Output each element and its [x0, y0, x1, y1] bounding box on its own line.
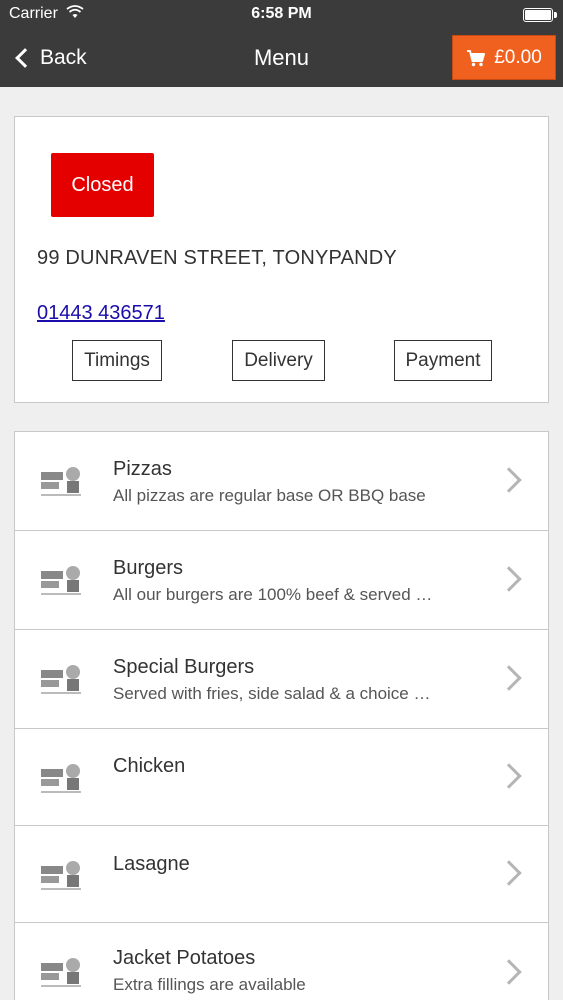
phone-link[interactable]: 01443 436571 [37, 302, 165, 325]
menu-item-burgers[interactable]: Burgers All our burgers are 100% beef & … [15, 531, 548, 630]
menu-item-title: Lasagne [113, 853, 190, 875]
cart-icon [467, 49, 486, 66]
nav-bar: Back Menu £0.00 [0, 30, 563, 87]
menu-item-pizzas[interactable]: Pizzas All pizzas are regular base OR BB… [15, 432, 548, 531]
menu-item-desc: All our burgers are 100% beef & served … [113, 585, 433, 604]
pizza-to-go-logo [41, 764, 81, 793]
menu-category-list: Pizzas All pizzas are regular base OR BB… [14, 431, 549, 1000]
menu-item-title: Pizzas [113, 458, 172, 480]
menu-item-jacket-potatoes[interactable]: Jacket Potatoes Extra fillings are avail… [15, 923, 548, 1000]
cart-total: £0.00 [494, 46, 542, 68]
chevron-right-icon [496, 763, 522, 789]
status-badge: Closed [51, 153, 154, 217]
menu-item-chicken[interactable]: Chicken [15, 729, 548, 826]
chevron-right-icon [496, 665, 522, 691]
menu-item-title: Burgers [113, 557, 184, 579]
chevron-right-icon [496, 959, 522, 985]
clock: 6:58 PM [251, 5, 312, 22]
battery-icon [523, 8, 557, 22]
store-info-card: Closed 99 DUNRAVEN STREET, TONYPANDY 014… [14, 116, 549, 403]
cart-button[interactable]: £0.00 [452, 35, 556, 80]
chevron-right-icon [496, 467, 522, 493]
menu-item-desc: Extra fillings are available [113, 975, 306, 994]
payment-button[interactable]: Payment [394, 340, 492, 381]
status-bar: Carrier 6:58 PM [0, 0, 563, 30]
pizza-to-go-logo [41, 467, 81, 496]
pizza-to-go-logo [41, 665, 81, 694]
pizza-to-go-logo [41, 861, 81, 890]
menu-item-desc: Served with fries, side salad & a choice… [113, 684, 431, 703]
pizza-to-go-logo [41, 566, 81, 595]
menu-item-lasagne[interactable]: Lasagne [15, 826, 548, 923]
menu-item-title: Chicken [113, 755, 186, 777]
pizza-to-go-logo [41, 958, 81, 987]
chevron-right-icon [496, 566, 522, 592]
store-address: 99 DUNRAVEN STREET, TONYPANDY [37, 247, 397, 269]
chevron-right-icon [496, 860, 522, 886]
delivery-button[interactable]: Delivery [232, 340, 325, 381]
menu-item-title: Special Burgers [113, 656, 255, 678]
timings-button[interactable]: Timings [72, 340, 162, 381]
menu-item-title: Jacket Potatoes [113, 947, 256, 969]
menu-item-special-burgers[interactable]: Special Burgers Served with fries, side … [15, 630, 548, 729]
menu-item-desc: All pizzas are regular base OR BBQ base [113, 486, 426, 505]
